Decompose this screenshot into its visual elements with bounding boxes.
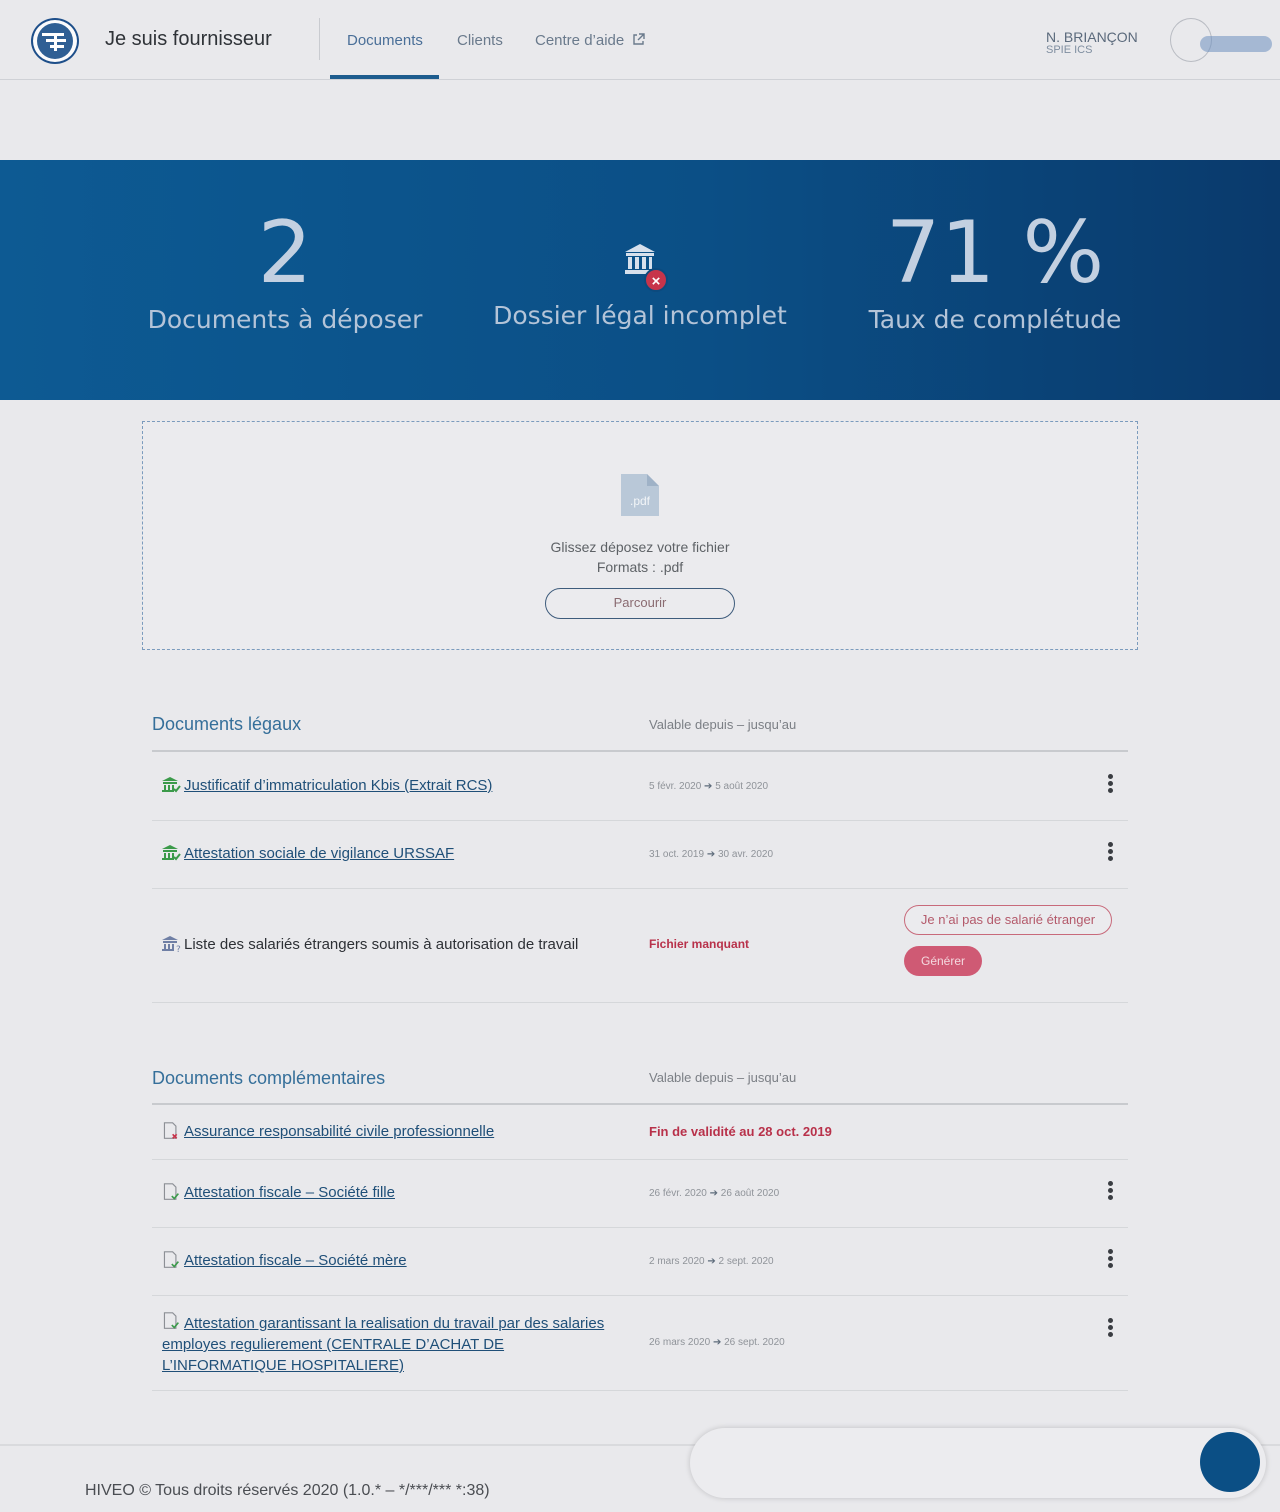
completion-value: 71 % — [885, 203, 1105, 303]
row-menu-button[interactable] — [1103, 842, 1117, 864]
chat-launcher-button[interactable] — [1200, 1432, 1260, 1492]
pdf-file-icon: .pdf — [621, 474, 659, 516]
user-name[interactable]: N. BRIANÇON — [1046, 29, 1138, 45]
file-expired-icon — [163, 1122, 178, 1139]
document-link[interactable]: Attestation fiscale – Société mère — [184, 1252, 407, 1269]
row-menu-button[interactable] — [1103, 774, 1117, 796]
footer-copyright: HIVEO © Tous droits réservés 2020 (1.0.*… — [85, 1482, 490, 1499]
user-menu-toggle[interactable] — [1200, 36, 1272, 52]
nav-clients[interactable]: Clients — [457, 32, 503, 49]
bank-valid-icon — [162, 777, 181, 793]
dropzone-instruction: Glissez déposez votre fichier — [550, 539, 730, 555]
nav-help-center[interactable]: Centre d’aide — [535, 32, 646, 49]
legal-validity-header: Valable depuis – jusqu’au — [649, 717, 797, 732]
active-tab-indicator — [330, 75, 439, 79]
validity-dates: 31 oct. 2019 ➔ 30 avr. 2020 — [649, 849, 773, 860]
bank-missing-icon: ? — [162, 936, 181, 953]
top-header: Je suis fournisseur Documents Clients Ce… — [0, 0, 1280, 80]
arrow-right-icon: ➔ — [706, 849, 716, 860]
arrow-right-icon: ➔ — [704, 781, 713, 792]
validity-dates: 26 févr. 2020 ➔ 26 août 2020 — [649, 1188, 779, 1199]
legal-status-icon: × — [618, 242, 668, 292]
app-title: Je suis fournisseur — [105, 28, 272, 50]
external-link-icon — [633, 33, 646, 45]
validity-dates: 5 févr. 2020 ➔ 5 août 2020 — [649, 781, 768, 792]
document-link[interactable]: Attestation fiscale – Société fille — [184, 1184, 395, 1201]
expired-status: Fin de validité au 28 oct. 2019 — [649, 1124, 832, 1139]
stat-documents: 2 Documents à déposer — [85, 160, 485, 334]
document-link[interactable]: Assurance responsabilité civile professi… — [184, 1123, 494, 1140]
stat-completion: 71 % Taux de complétude — [795, 160, 1195, 334]
arrow-right-icon: ➔ — [709, 1188, 718, 1199]
documents-label: Documents à déposer — [147, 305, 423, 334]
complementary-section-title: Documents complémentaires — [152, 1068, 386, 1088]
stat-legal-file: × Dossier légal incomplet — [440, 160, 840, 330]
header-divider — [319, 18, 320, 60]
valid-from: 26 mars 2020 — [649, 1337, 711, 1348]
document-link[interactable]: Attestation sociale de vigilance URSSAF — [184, 845, 454, 862]
svg-text:?: ? — [176, 945, 181, 953]
row-menu-button[interactable] — [1103, 1181, 1117, 1203]
file-dropzone[interactable]: .pdf Glissez déposez votre fichier Forma… — [142, 421, 1138, 650]
row-divider — [152, 1227, 1128, 1228]
pdf-icon-label: .pdf — [630, 494, 651, 508]
row-divider — [152, 1390, 1128, 1391]
complementary-validity-header: Valable depuis – jusqu’au — [649, 1070, 797, 1085]
valid-to: 2 sept. 2020 — [718, 1256, 774, 1267]
user-company: SPIE ICS — [1046, 44, 1093, 56]
valid-to: 30 avr. 2020 — [718, 849, 774, 860]
bank-valid-icon — [162, 845, 181, 861]
valid-to: 26 août 2020 — [720, 1188, 780, 1199]
missing-file-status: Fichier manquant — [649, 937, 750, 951]
documents-count: 2 — [257, 203, 313, 303]
nav-documents[interactable]: Documents — [347, 32, 423, 49]
valid-from: 31 oct. 2019 — [649, 849, 705, 860]
valid-to: 5 août 2020 — [715, 781, 769, 792]
row-divider — [152, 1295, 1128, 1296]
row-menu-button[interactable] — [1103, 1249, 1117, 1271]
stats-banner: 2 Documents à déposer × Dossier légal in… — [0, 160, 1280, 400]
valid-from: 2 mars 2020 — [649, 1256, 705, 1267]
file-valid-icon — [163, 1251, 179, 1268]
dropzone-formats: Formats : .pdf — [596, 559, 684, 575]
completion-label: Taux de complétude — [868, 305, 1122, 334]
row-divider — [152, 1002, 1128, 1003]
complementary-header-rule — [152, 1103, 1128, 1105]
arrow-right-icon: ➔ — [712, 1337, 722, 1348]
valid-to: 26 sept. 2020 — [724, 1337, 785, 1348]
valid-from: 26 févr. 2020 — [649, 1188, 707, 1199]
row-divider — [152, 1159, 1128, 1160]
error-x-icon: × — [644, 268, 668, 292]
hiveo-logo[interactable] — [31, 18, 79, 64]
document-link[interactable]: Attestation garantissant la realisation … — [162, 1313, 632, 1376]
document-link[interactable]: Justificatif d’immatriculation Kbis (Ext… — [184, 777, 492, 794]
legal-header-rule — [152, 750, 1128, 752]
file-valid-icon — [163, 1183, 179, 1200]
row-divider — [152, 888, 1128, 889]
generate-button[interactable]: Générer — [904, 946, 982, 976]
nav-help-label: Centre d’aide — [535, 32, 625, 49]
legal-file-label: Dossier légal incomplet — [493, 301, 787, 330]
legal-section-title: Documents légaux — [152, 714, 302, 734]
arrow-right-icon: ➔ — [707, 1256, 716, 1267]
chat-input-bar[interactable] — [690, 1428, 1266, 1498]
valid-from: 5 févr. 2020 — [649, 781, 702, 792]
browse-button[interactable]: Parcourir — [545, 588, 735, 619]
document-label: Liste des salariés étrangers soumis à au… — [184, 936, 579, 953]
validity-dates: 2 mars 2020 ➔ 2 sept. 2020 — [649, 1256, 774, 1267]
validity-dates: 26 mars 2020 ➔ 26 sept. 2020 — [649, 1337, 785, 1348]
no-foreign-employee-button[interactable]: Je n’ai pas de salarié étranger — [904, 905, 1112, 935]
row-divider — [152, 820, 1128, 821]
row-menu-button[interactable] — [1103, 1318, 1117, 1340]
logo-icon — [37, 23, 73, 59]
